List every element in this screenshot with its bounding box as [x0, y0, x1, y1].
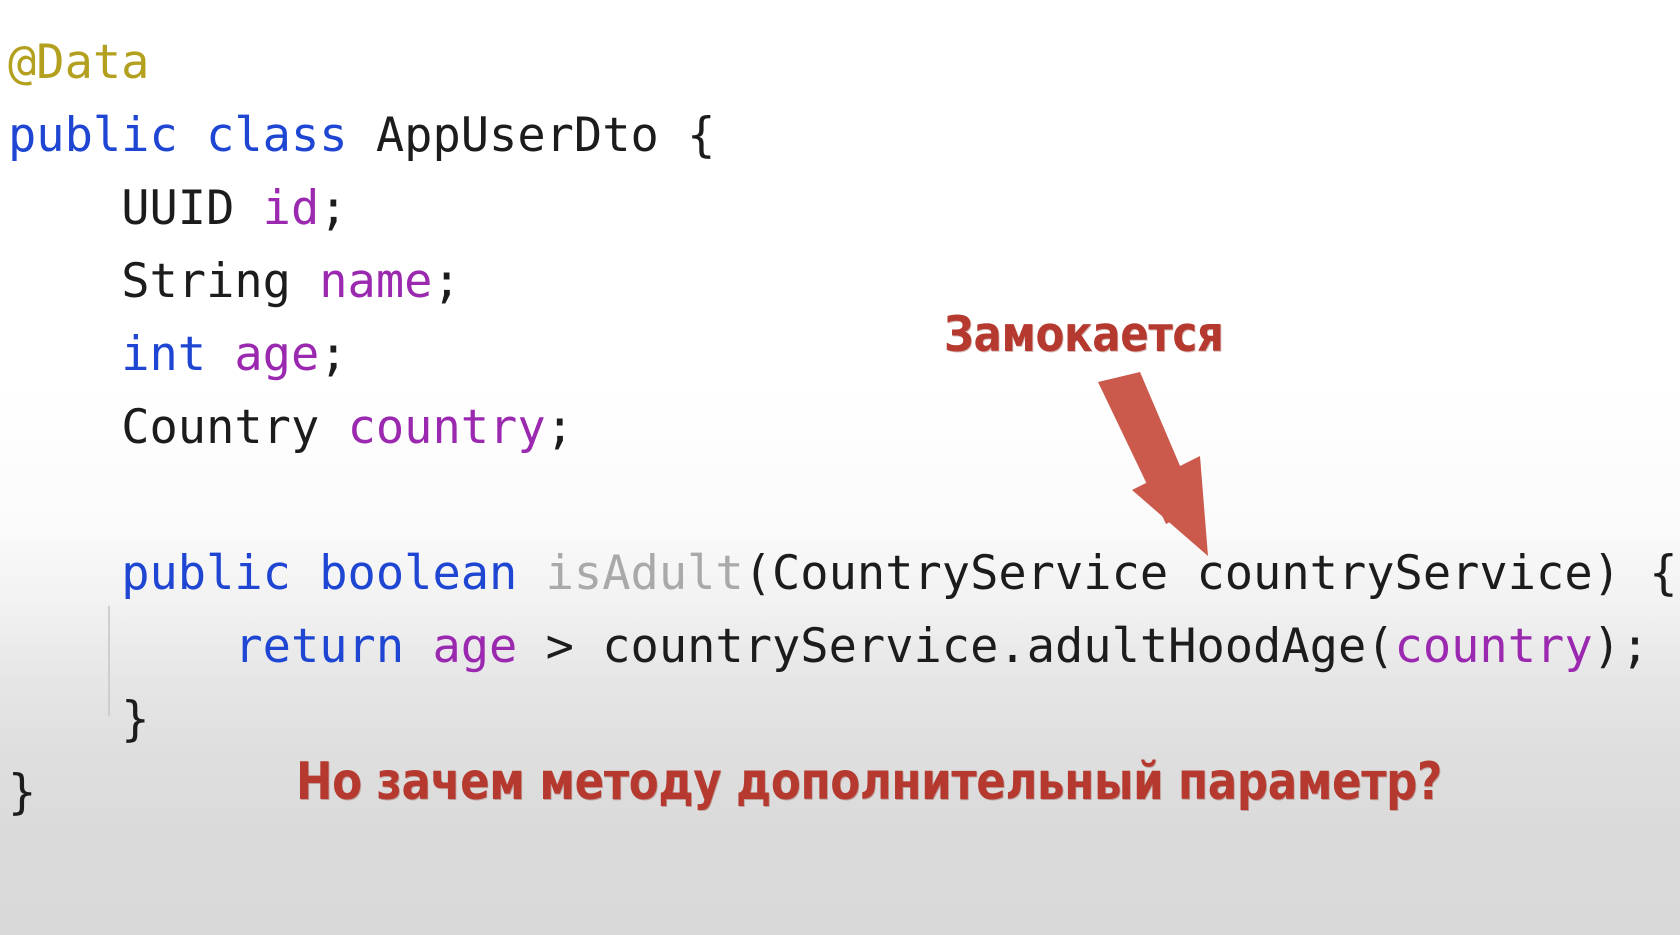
code-token-punct: ; — [432, 254, 461, 309]
code-token-field: age — [234, 327, 320, 382]
code-token-anno: @Data — [8, 35, 150, 90]
indent-guide-line — [108, 606, 110, 716]
code-slide: @Data public class AppUserDto { UUID id; … — [0, 0, 1680, 935]
code-token-field: id — [262, 181, 320, 236]
line-return: return age > countryService.adultHoodAge… — [8, 610, 1680, 683]
code-token-plain: countryService — [602, 619, 999, 674]
line-blank — [8, 464, 1680, 537]
line-close-method: } — [8, 683, 1680, 756]
line-field-age: int age; — [8, 318, 1680, 391]
code-token-kw: class — [206, 108, 348, 163]
code-token-punct: > — [517, 619, 603, 674]
code-token-kw: public — [121, 546, 291, 601]
code-token-punct: ( — [1366, 619, 1395, 674]
code-token-type: CountryService — [772, 546, 1169, 601]
annotation-bottom-label: Но зачем методу дополнительный параметр? — [296, 752, 1442, 812]
annotation-top-label: Замокается — [944, 306, 1224, 363]
code-token-punct: ); — [1592, 619, 1650, 674]
code-block: @Data public class AppUserDto { UUID id; … — [8, 26, 1680, 829]
line-field-country: Country country; — [8, 391, 1680, 464]
code-token-type: AppUserDto — [375, 108, 659, 163]
line-field-name: String name; — [8, 245, 1680, 318]
line-class-decl: public class AppUserDto { — [8, 99, 1680, 172]
code-token-plain: adultHoodAge — [1026, 619, 1367, 674]
code-token-field: country — [347, 400, 546, 455]
code-token-punct: } — [8, 765, 37, 820]
code-token-punct: ; — [545, 400, 574, 455]
code-token-mname: isAdult — [545, 546, 744, 601]
code-token-punct: } — [121, 692, 150, 747]
code-token-punct: ; — [319, 327, 348, 382]
code-token-field: country — [1394, 619, 1593, 674]
code-token-type: countryService — [1196, 546, 1593, 601]
code-token-kw: public — [8, 108, 178, 163]
code-token-type: Country — [121, 400, 320, 455]
code-token-kw: boolean — [319, 546, 518, 601]
code-token-type: String — [121, 254, 291, 309]
code-token-field: name — [319, 254, 433, 309]
code-token-kw: int — [121, 327, 207, 382]
code-token-punct: . — [998, 619, 1027, 674]
line-annotation: @Data — [8, 26, 1680, 99]
code-token-field: age — [432, 619, 518, 674]
code-token-punct: { — [658, 108, 716, 163]
code-token-punct: ) { — [1592, 546, 1678, 601]
code-token-punct: ; — [319, 181, 348, 236]
line-method-signature: public boolean isAdult(CountryService co… — [8, 537, 1680, 610]
code-token-punct: ( — [743, 546, 773, 601]
line-field-id: UUID id; — [8, 172, 1680, 245]
code-token-kw: return — [234, 619, 405, 674]
code-token-type: UUID — [121, 181, 235, 236]
